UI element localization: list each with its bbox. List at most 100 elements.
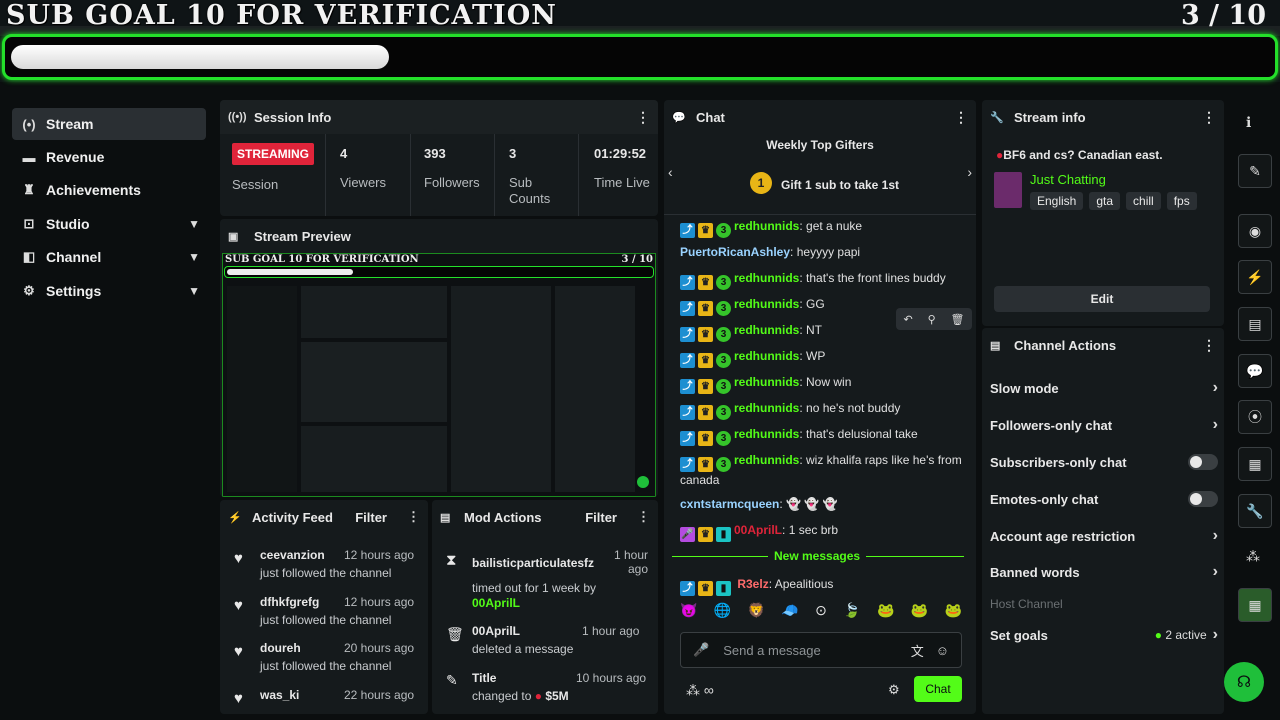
chat-user[interactable]: redhunnids [734, 219, 799, 233]
chat-text: 1 sec brb [788, 523, 839, 537]
chevron-right-icon[interactable]: › [967, 164, 972, 180]
chat-user[interactable]: redhunnids [734, 271, 799, 285]
sub-badge-icon: 3 [716, 223, 731, 238]
feed-user[interactable]: was_ki [260, 688, 299, 702]
chat-user[interactable]: redhunnids [734, 453, 799, 467]
category-thumbnail[interactable] [994, 172, 1022, 208]
more-icon[interactable]: ⋮ [1202, 337, 1216, 354]
chat-icon[interactable]: 💬 [1238, 354, 1272, 388]
share-icon[interactable]: ⁂ [1246, 548, 1260, 565]
sidebar-item-studio[interactable]: ⊡ Studio ▼ [12, 208, 206, 240]
chat-user[interactable]: redhunnids [734, 427, 799, 441]
camera-icon[interactable]: ◉ [1238, 214, 1272, 248]
sidebar-item-revenue[interactable]: ▬ Revenue [12, 141, 206, 173]
setting-label: Host Channel [990, 597, 1063, 611]
emote-icon[interactable]: 🧢 [781, 602, 798, 624]
stream-preview-video[interactable]: SUB GOAL 10 FOR VERIFICATION 3 / 10 [222, 253, 656, 497]
chat-user[interactable]: redhunnids [734, 297, 799, 311]
sidebar-item-channel[interactable]: ◧ Channel ▼ [12, 241, 206, 273]
chat-user[interactable]: cxntstarmcqueen [680, 497, 779, 511]
send-chat-button[interactable]: Chat [914, 676, 962, 702]
more-icon[interactable]: ⋮ [407, 509, 420, 525]
banned-words-setting[interactable]: Banned words › [990, 562, 1218, 582]
sidebar-item-achievements[interactable]: ♜ Achievements [12, 174, 206, 206]
translate-icon[interactable]: 文 [911, 641, 924, 660]
more-icon[interactable]: ⋮ [1202, 109, 1216, 126]
wrench-icon[interactable]: 🔧 [1238, 494, 1272, 528]
kick-points-icon[interactable]: ⁂ ∞ [686, 682, 714, 699]
category-name[interactable]: Just Chatting [1030, 172, 1106, 187]
filter-button[interactable]: Filter [585, 510, 617, 525]
mod-target[interactable]: bailisticparticulatesfz [472, 556, 594, 570]
pin-icon[interactable]: ⚲ [928, 313, 936, 326]
gear-icon[interactable]: ⚙ [888, 682, 900, 698]
broadcast-icon[interactable]: ⦿ [1238, 400, 1272, 434]
emote-icon[interactable]: 🌐 [714, 602, 731, 624]
mod-by[interactable]: 00AprilL [472, 596, 520, 610]
chat-message: 🎤 ♛ ▮ 00AprilL: 1 sec brb [680, 523, 839, 542]
setting-label: Followers-only chat [990, 417, 1113, 433]
emote-icon[interactable]: ⊙ [815, 602, 827, 624]
pencil-icon[interactable]: ✎ [1238, 154, 1272, 188]
chat-user[interactable]: 00AprilL [734, 523, 782, 537]
chat-user[interactable]: redhunnids [734, 375, 799, 389]
sidebar-item-stream[interactable]: (•) Stream [12, 108, 206, 140]
support-icon[interactable]: ☊ [1224, 662, 1264, 702]
session-info-header: ((•)) Session Info ⋮ [220, 100, 658, 134]
more-icon[interactable]: ⋮ [637, 509, 650, 525]
badges: 🎤 ♛ ▮ [680, 525, 734, 542]
reply-icon[interactable]: ↶ [903, 313, 912, 326]
account-age-setting[interactable]: Account age restriction › [990, 526, 1218, 546]
app-icon[interactable]: ▦ [1238, 588, 1272, 622]
document-icon[interactable]: ▤ [1238, 307, 1272, 341]
chat-user[interactable]: R3elz [737, 577, 768, 591]
new-messages-label[interactable]: New messages [768, 549, 867, 563]
mod-actions-header: ▤ Mod Actions Filter ⋮ [432, 500, 658, 534]
emote-icon[interactable]: 🦁 [748, 602, 765, 624]
subscribers-only-toggle[interactable] [1188, 454, 1218, 470]
chat-input[interactable]: 🎤 Send a message 文 ☺ [680, 632, 962, 668]
more-icon[interactable]: ⋮ [954, 109, 968, 126]
feed-user[interactable]: ceevanzion [260, 548, 325, 562]
feed-user[interactable]: doureh [260, 641, 301, 655]
chat-user[interactable]: redhunnids [734, 401, 799, 415]
badge-icon: ⤴ [680, 353, 695, 368]
stat-label: Followers [424, 175, 480, 190]
emote-icon[interactable]: 🍃 [843, 602, 860, 624]
session-label: Session [232, 177, 279, 192]
set-goals-setting[interactable]: Set goals ● 2 active › [990, 625, 1218, 645]
chat-user[interactable]: PuertoRicanAshley [680, 245, 790, 259]
info-icon[interactable]: ℹ [1246, 114, 1251, 131]
emoji-icon[interactable]: ☺ [936, 643, 949, 658]
host-channel-setting: Host Channel [990, 594, 1218, 614]
panel-title: Mod Actions [464, 509, 542, 525]
chat-panel: 💬 Chat ⋮ Weekly Top Gifters ‹ › 1 Gift 1… [664, 100, 976, 714]
followers-only-setting[interactable]: Followers-only chat › [990, 415, 1218, 435]
chat-user[interactable]: redhunnids [734, 323, 799, 337]
tag: fps [1166, 192, 1197, 210]
gift-cta[interactable]: Gift 1 sub to take 1st [781, 178, 899, 192]
sidebar-item-settings[interactable]: ⚙ Settings ▼ [12, 275, 206, 307]
mic-icon[interactable]: 🎤 [693, 642, 709, 658]
emote-icon[interactable]: 🐸 [945, 602, 962, 624]
sidebar-item-label: Stream [46, 116, 94, 132]
layout-icon[interactable]: ▦ [1238, 447, 1272, 481]
emote-icon[interactable]: 🐸 [911, 602, 928, 624]
trash-icon[interactable]: 🗑 [951, 313, 965, 326]
slow-mode-setting[interactable]: Slow mode › [990, 378, 1218, 398]
emote-icon[interactable]: 🐸 [877, 602, 894, 624]
edit-stream-info-button[interactable]: Edit [994, 286, 1210, 312]
filter-button[interactable]: Filter [355, 510, 387, 525]
bolt-icon[interactable]: ⚡ [1238, 260, 1272, 294]
mod-target[interactable]: 00AprilL [472, 624, 520, 638]
badges: ⤴ ♛ 3 [680, 455, 734, 472]
chat-user[interactable]: redhunnids [734, 349, 799, 363]
badges: ⤴ ♛ 3 [680, 403, 734, 420]
badge-icon: ⤴ [680, 327, 695, 342]
emote-icon[interactable]: 😈 [680, 602, 697, 624]
chevron-left-icon[interactable]: ‹ [668, 164, 673, 180]
emotes-only-toggle[interactable] [1188, 491, 1218, 507]
crown-icon: ♛ [698, 379, 713, 394]
more-icon[interactable]: ⋮ [636, 109, 650, 126]
feed-user[interactable]: dfhkfgrefg [260, 595, 319, 609]
